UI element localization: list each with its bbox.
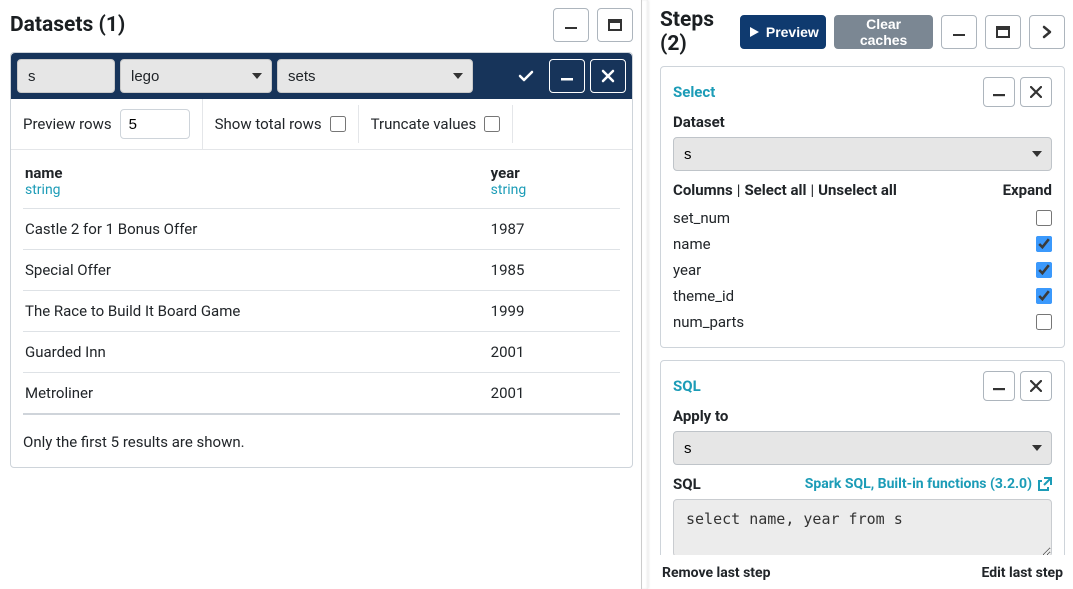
step-collapse-button[interactable] (983, 77, 1015, 107)
remove-last-step-link[interactable]: Remove last step (662, 565, 770, 581)
column-name: year (673, 261, 701, 279)
column-checkbox[interactable] (1036, 236, 1052, 252)
column-type[interactable]: string (25, 182, 61, 198)
preview-rows-input[interactable] (120, 109, 190, 139)
cell-name: Castle 2 for 1 Bonus Offer (23, 209, 489, 250)
column-checkbox[interactable] (1036, 288, 1052, 304)
table-row: Guarded Inn2001 (23, 332, 620, 373)
steps-minimize-button[interactable] (941, 15, 977, 49)
table-row: The Race to Build It Board Game1999 (23, 291, 620, 332)
close-icon (601, 69, 615, 83)
datasets-minimize-button[interactable] (553, 8, 589, 42)
dataset-collapse-button[interactable] (549, 59, 585, 93)
column-checkbox[interactable] (1036, 314, 1052, 330)
dataset-label: Dataset (673, 113, 1052, 131)
column-row: set_num (673, 205, 1052, 231)
column-checkbox[interactable] (1036, 210, 1052, 226)
steps-maximize-button[interactable] (985, 15, 1021, 49)
dataset-table-select[interactable]: sets (277, 59, 473, 93)
cell-year: 2001 (489, 373, 620, 415)
step-remove-button[interactable] (1020, 77, 1052, 107)
dataset-controls: Preview rows Show total rows Truncate va… (11, 99, 632, 150)
steps-next-button[interactable] (1029, 15, 1065, 49)
step-sql-card: SQL Apply to (660, 360, 1065, 555)
window-icon (607, 17, 623, 33)
chevron-right-icon (1040, 25, 1054, 39)
column-row: theme_id (673, 283, 1052, 309)
minus-icon (992, 379, 1006, 393)
unselect-all-link[interactable]: Unselect all (818, 181, 897, 199)
apply-to-label: Apply to (673, 407, 1052, 425)
dataset-card: lego sets (10, 52, 633, 468)
step-select-card: Select Dataset (660, 66, 1065, 348)
column-checkbox[interactable] (1036, 262, 1052, 278)
column-name: num_parts (673, 313, 744, 331)
sql-textarea[interactable] (673, 499, 1052, 555)
minus-icon (560, 69, 574, 83)
cell-name: Guarded Inn (23, 332, 489, 373)
apply-to-select[interactable]: s (673, 431, 1052, 465)
cell-year: 1985 (489, 250, 620, 291)
datasets-maximize-button[interactable] (597, 8, 633, 42)
table-row: Castle 2 for 1 Bonus Offer1987 (23, 209, 620, 250)
column-row: num_parts (673, 309, 1052, 335)
column-header: year (489, 160, 620, 182)
column-header: name (23, 160, 489, 182)
preview-table: name year string string Castle 2 for 1 B… (23, 160, 620, 415)
expand-link[interactable]: Expand (1003, 181, 1052, 199)
window-icon (995, 24, 1011, 40)
preview-button[interactable]: Preview (740, 15, 826, 49)
dataset-confirm-button[interactable] (508, 59, 544, 93)
table-row: Metroliner2001 (23, 373, 620, 415)
select-all-link[interactable]: Select all (744, 181, 806, 199)
columns-label: Columns (673, 181, 733, 199)
step-title[interactable]: SQL (673, 377, 701, 395)
close-icon (1030, 86, 1042, 98)
dataset-toolbar: lego sets (11, 53, 632, 99)
clear-caches-button[interactable]: Clear caches (834, 15, 933, 49)
step-dataset-select[interactable]: s (673, 137, 1052, 171)
step-remove-button[interactable] (1020, 371, 1052, 401)
column-name: name (673, 235, 711, 253)
datasets-pane: Datasets (1) lego (0, 0, 641, 589)
dataset-remove-button[interactable] (590, 59, 626, 93)
cell-year: 1987 (489, 209, 620, 250)
datasets-title: Datasets (1) (10, 13, 125, 37)
minus-icon (951, 24, 967, 40)
check-icon (517, 67, 535, 85)
sql-docs-link[interactable]: Spark SQL, Built-in functions (3.2.0) (805, 476, 1052, 492)
minus-icon (563, 17, 579, 33)
split-handle[interactable] (641, 0, 648, 589)
cell-year: 1999 (489, 291, 620, 332)
truncate-values-checkbox[interactable] (484, 116, 500, 132)
column-name: theme_id (673, 287, 734, 305)
column-row: year (673, 257, 1052, 283)
dataset-source-select[interactable]: lego (120, 59, 272, 93)
show-total-rows-label: Show total rows (215, 115, 322, 133)
preview-footer: Only the first 5 results are shown. (11, 419, 632, 467)
close-icon (1030, 380, 1042, 392)
play-icon (748, 26, 760, 38)
dataset-id-input[interactable] (17, 59, 115, 93)
column-name: set_num (673, 209, 730, 227)
external-link-icon (1038, 477, 1052, 491)
sql-label: SQL (673, 475, 701, 493)
minus-icon (992, 85, 1006, 99)
table-row: Special Offer1985 (23, 250, 620, 291)
preview-rows-label: Preview rows (23, 115, 112, 133)
step-title[interactable]: Select (673, 83, 715, 101)
step-collapse-button[interactable] (983, 371, 1015, 401)
cell-name: Special Offer (23, 250, 489, 291)
edit-last-step-link[interactable]: Edit last step (981, 565, 1063, 581)
truncate-values-label: Truncate values (371, 115, 477, 133)
column-type[interactable]: string (491, 182, 527, 198)
cell-name: Metroliner (23, 373, 489, 415)
show-total-rows-checkbox[interactable] (330, 116, 346, 132)
steps-pane: Steps (2) Preview Clear caches (648, 0, 1073, 589)
cell-name: The Race to Build It Board Game (23, 291, 489, 332)
steps-title: Steps (2) (660, 8, 732, 56)
column-row: name (673, 231, 1052, 257)
cell-year: 2001 (489, 332, 620, 373)
